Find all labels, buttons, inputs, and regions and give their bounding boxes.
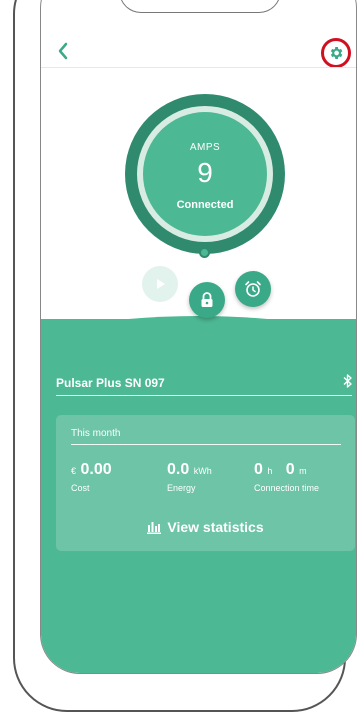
connection-time-stat: 0 h 0 m Connection time xyxy=(254,461,319,493)
charging-status-dial: AMPS 9 Connected xyxy=(125,94,285,258)
current-slider-handle[interactable] xyxy=(199,247,210,258)
play-icon xyxy=(157,279,165,289)
phone-frame: AMPS 9 Connected Pulsar Plus SN 097 This… xyxy=(13,0,357,712)
lock-button[interactable] xyxy=(189,282,225,318)
view-statistics-label: View statistics xyxy=(167,519,264,535)
view-statistics-button[interactable]: View statistics xyxy=(56,519,355,535)
cost-label: Cost xyxy=(71,483,90,493)
play-button[interactable] xyxy=(142,266,178,302)
connection-time-label: Connection time xyxy=(254,483,320,493)
alarm-clock-icon xyxy=(245,281,261,297)
connection-status: Connected xyxy=(176,199,234,211)
minutes-unit: m xyxy=(299,466,307,476)
monthly-summary-card: This month € 0.00 Cost 0.0 kWh Energy 0 xyxy=(56,415,355,551)
summary-title: This month xyxy=(71,428,121,439)
phone-screen: AMPS 9 Connected Pulsar Plus SN 097 This… xyxy=(40,0,357,674)
bar-chart-icon xyxy=(147,522,162,534)
minutes-value: 0 xyxy=(285,461,295,478)
schedule-button[interactable] xyxy=(235,271,271,307)
summary-divider xyxy=(71,444,341,445)
phone-notch xyxy=(119,0,281,13)
hours-value: 0 xyxy=(254,461,263,478)
energy-unit: kWh xyxy=(193,466,212,476)
dial-center: AMPS 9 Connected xyxy=(143,112,267,236)
cost-value: 0.00 xyxy=(80,461,112,478)
charger-divider xyxy=(56,395,352,396)
cost-stat: € 0.00 Cost xyxy=(71,461,112,493)
energy-stat: 0.0 kWh Energy xyxy=(167,461,212,493)
hours-unit: h xyxy=(267,466,273,476)
lock-icon xyxy=(201,292,213,307)
settings-button[interactable] xyxy=(321,38,351,68)
energy-value: 0.0 xyxy=(167,461,190,478)
chevron-left-icon xyxy=(58,42,68,60)
energy-label: Energy xyxy=(167,483,196,493)
amps-value: 9 xyxy=(197,157,213,188)
header-divider xyxy=(41,67,356,68)
bluetooth-icon xyxy=(343,374,352,388)
amps-label: AMPS xyxy=(189,142,221,153)
gear-icon xyxy=(330,47,343,59)
back-button[interactable] xyxy=(51,39,75,63)
dial-progress-ring: AMPS 9 Connected xyxy=(137,106,273,242)
charger-name: Pulsar Plus SN 097 xyxy=(56,376,165,390)
currency-symbol: € xyxy=(71,466,77,476)
